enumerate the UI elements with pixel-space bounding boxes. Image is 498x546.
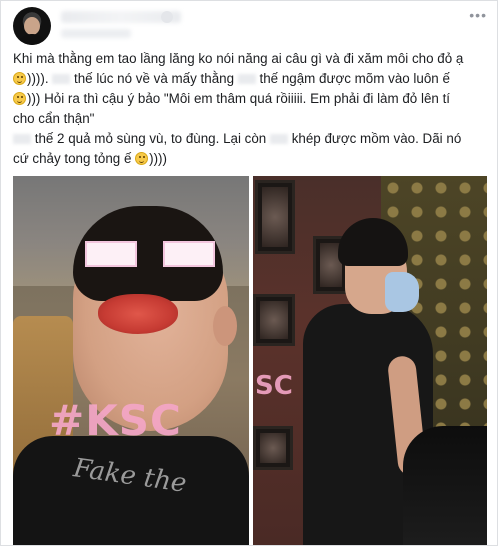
- face-mask: [385, 272, 419, 312]
- wall-frame: [253, 426, 293, 470]
- avatar-face: [24, 17, 40, 35]
- author-avatar[interactable]: [13, 7, 51, 45]
- post-line-2: )))). thế lúc nó về và mấy thằng thế ngậ…: [13, 69, 491, 89]
- wall-frame: [253, 294, 295, 346]
- eye-censor-box-right: [163, 241, 215, 267]
- smile-emoji-icon: [135, 152, 149, 165]
- post-time-redacted[interactable]: [61, 29, 131, 38]
- verified-icon: [161, 11, 173, 23]
- more-options-icon[interactable]: •••: [469, 7, 487, 23]
- wall-frame: [255, 180, 295, 254]
- person-ear: [213, 306, 237, 346]
- photo-left[interactable]: Fake the #KSC: [13, 176, 249, 545]
- post-line-5: thế 2 quả mỏ sùng vù, to đùng. Lại còn k…: [13, 129, 491, 149]
- redacted-word: [13, 134, 31, 145]
- post-line-6: cứ chảy tong tỏng ế )))): [13, 151, 167, 166]
- smile-emoji-icon: [13, 92, 26, 105]
- dark-chair: [403, 426, 487, 545]
- smile-emoji-icon: [13, 72, 26, 85]
- photo-grid: Fake the #KSC SC: [13, 176, 487, 545]
- redacted-word: [52, 74, 71, 85]
- swollen-lips: [98, 294, 178, 334]
- post-line-1: Khi mà thằng em tao lầng lăng ko nói năn…: [13, 51, 464, 66]
- redacted-word: [269, 134, 288, 145]
- eye-censor-box-left: [85, 241, 137, 267]
- avatar-shirt: [17, 34, 47, 45]
- photo-right[interactable]: SC: [253, 176, 487, 545]
- facebook-post: ••• Khi mà thằng em tao lầng lăng ko nói…: [0, 0, 498, 546]
- post-header: •••: [11, 7, 489, 47]
- post-line-4: cho cẩn thận": [13, 111, 95, 126]
- post-text: Khi mà thằng em tao lầng lăng ko nói năn…: [13, 49, 491, 169]
- watermark-ksc: SC: [255, 371, 293, 401]
- redacted-word: [237, 74, 256, 85]
- watermark-ksc: #KSC: [49, 396, 182, 445]
- post-line-3: ))) Hỏi ra thì cậu ý bảo "Môi em thâm qu…: [13, 89, 491, 109]
